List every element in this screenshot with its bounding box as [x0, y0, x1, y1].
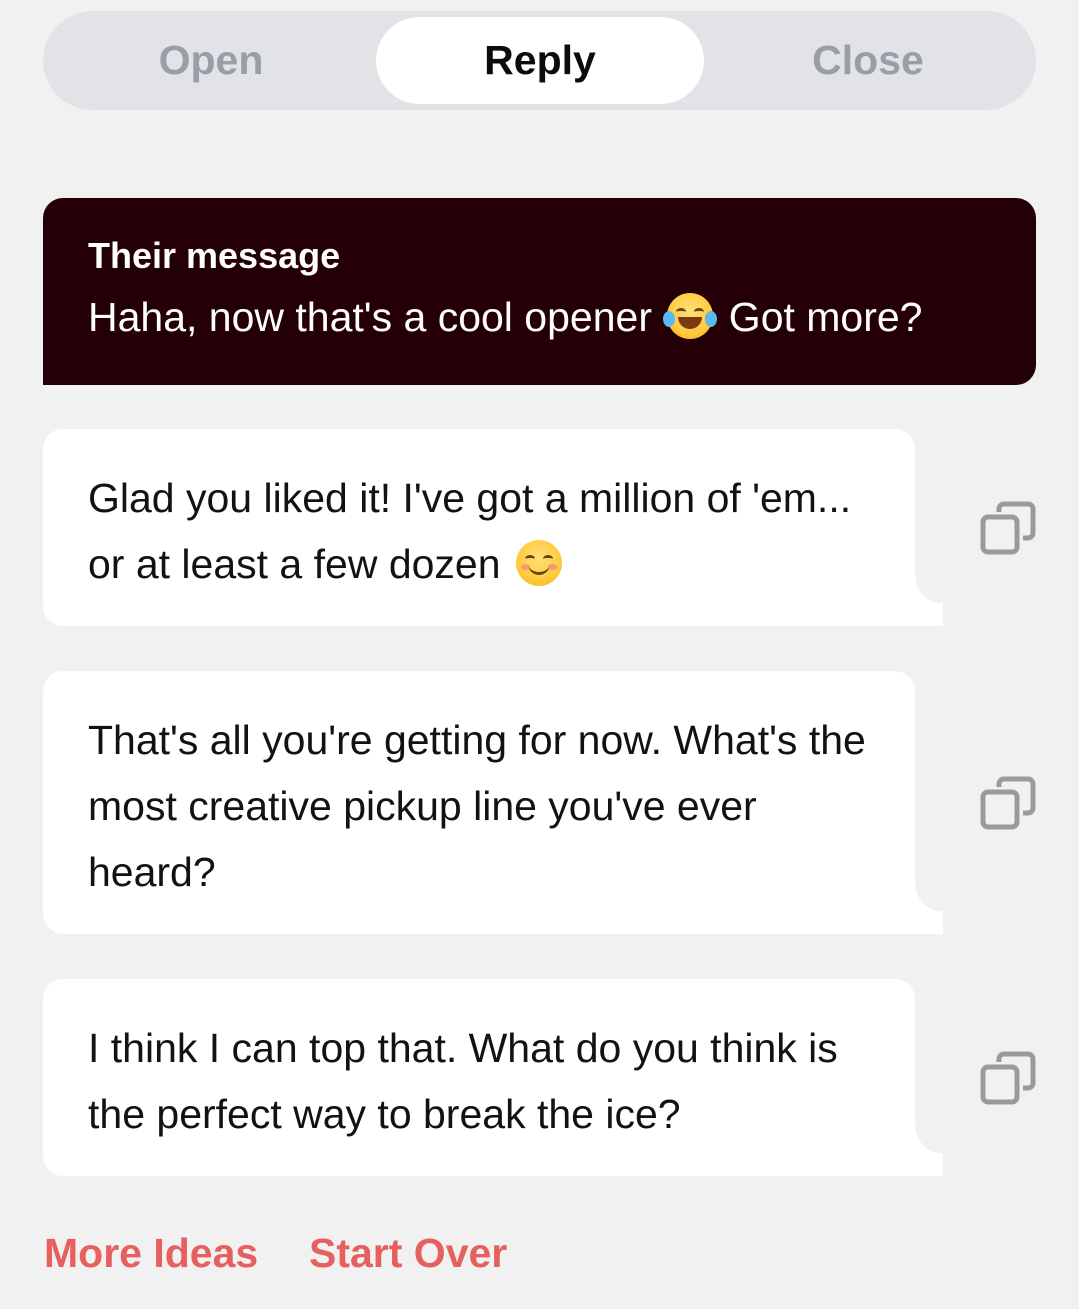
- their-message-text-start: Haha, now that's a cool opener: [88, 294, 652, 340]
- face-with-tears-of-joy-icon: [663, 293, 718, 339]
- tab-reply[interactable]: Reply: [376, 17, 704, 104]
- copy-button[interactable]: [980, 775, 1036, 831]
- reply-suggestion: Glad you liked it! I've got a million of…: [43, 429, 943, 626]
- bubble-tail: [915, 1126, 943, 1176]
- more-ideas-button[interactable]: More Ideas: [44, 1228, 258, 1278]
- their-message-text-end: Got more?: [728, 294, 923, 340]
- start-over-button[interactable]: Start Over: [309, 1228, 507, 1278]
- reply-suggestion: I think I can top that. What do you thin…: [43, 979, 943, 1176]
- their-message-card: Their message Haha, now that's a cool op…: [43, 198, 1036, 385]
- mode-segmented-control: Open Reply Close: [43, 11, 1036, 110]
- reply-suggestion-text: I think I can top that. What do you thin…: [88, 1025, 838, 1137]
- smiling-face-icon: [515, 540, 562, 586]
- bubble-tail: [915, 576, 943, 626]
- copy-button[interactable]: [980, 500, 1036, 556]
- bubble-tail: [915, 884, 943, 934]
- tab-close[interactable]: Close: [704, 17, 1032, 104]
- reply-suggestion-text: Glad you liked it! I've got a million of…: [88, 475, 852, 587]
- reply-suggestion-text: That's all you're getting for now. What'…: [88, 717, 866, 895]
- copy-icon: [980, 776, 1036, 830]
- copy-button[interactable]: [980, 1050, 1036, 1106]
- reply-suggestion: That's all you're getting for now. What'…: [43, 671, 943, 934]
- copy-icon: [980, 1051, 1036, 1105]
- tab-open[interactable]: Open: [47, 17, 375, 104]
- copy-icon: [980, 501, 1036, 555]
- their-message-label: Their message: [88, 235, 341, 276]
- their-message-text: Haha, now that's a cool opener Got more?: [88, 288, 991, 346]
